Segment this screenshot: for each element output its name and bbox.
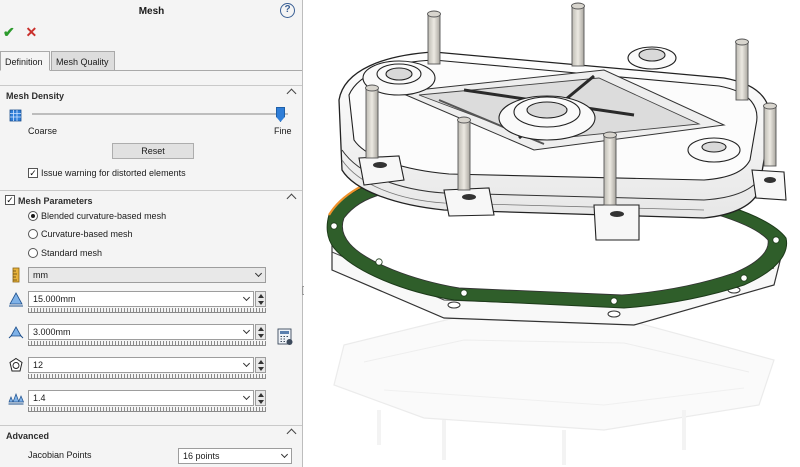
min-element-size-spinner[interactable] xyxy=(255,324,266,340)
ruler-units-icon xyxy=(12,267,20,283)
units-select[interactable]: mm xyxy=(28,267,266,283)
tab-mesh-quality[interactable]: Mesh Quality xyxy=(51,51,115,71)
max-element-size-spinner[interactable] xyxy=(255,291,266,307)
collapse-chevron-icon[interactable] xyxy=(286,193,297,204)
advanced-header[interactable]: Advanced xyxy=(0,425,302,441)
units-value: mm xyxy=(33,270,48,280)
panel-title: Mesh xyxy=(138,6,165,17)
tab-strip: Definition Mesh Quality xyxy=(0,51,302,71)
mesh-density-icon xyxy=(9,109,22,122)
min-elements-in-circle-field[interactable]: 12 xyxy=(28,357,254,373)
tab-definition[interactable]: Definition xyxy=(0,51,50,71)
option-blended-curvature-label: Blended curvature-based mesh xyxy=(41,211,167,221)
max-element-size-value: 15.000mm xyxy=(33,294,76,304)
growth-ratio-value: 1.4 xyxy=(33,393,46,403)
mesh-density-slider-thumb[interactable] xyxy=(276,107,285,122)
chevron-down-icon[interactable] xyxy=(254,269,263,278)
calculator-icon[interactable] xyxy=(276,328,294,346)
radio-standard-mesh[interactable] xyxy=(28,248,38,258)
cancel-x-icon[interactable]: ✕ xyxy=(26,24,46,40)
collapse-chevron-icon[interactable] xyxy=(286,88,297,99)
option-standard-mesh-label: Standard mesh xyxy=(41,248,103,258)
radio-curvature-based[interactable] xyxy=(28,229,38,239)
ok-cancel-group: ✔ ✕ xyxy=(3,24,46,42)
mesh-property-manager: Mesh ? ✔ ✕ Definition Mesh Quality Mesh … xyxy=(0,0,303,467)
max-element-size-thumbwheel[interactable] xyxy=(28,308,266,313)
advanced-title: Advanced xyxy=(6,431,50,441)
max-element-size-icon xyxy=(9,292,23,307)
option-curvature-based-label: Curvature-based mesh xyxy=(41,229,133,239)
min-elements-in-circle-thumbwheel[interactable] xyxy=(28,374,266,379)
max-element-size-field[interactable]: 15.000mm xyxy=(28,291,254,307)
min-element-size-icon xyxy=(8,326,24,339)
jacobian-points-select[interactable]: 16 points xyxy=(178,448,292,464)
element-growth-ratio-icon xyxy=(8,393,24,405)
mesh-parameters-checkbox[interactable]: ✓ xyxy=(5,195,15,205)
chevron-down-icon[interactable] xyxy=(242,359,251,368)
chevron-down-icon[interactable] xyxy=(280,450,289,459)
distorted-warning-checkbox[interactable]: ✓ xyxy=(28,168,38,178)
mesh-parameters-title: Mesh Parameters xyxy=(18,196,93,206)
growth-ratio-spinner[interactable] xyxy=(255,390,266,406)
floor-reflection xyxy=(333,317,775,465)
coarse-label: Coarse xyxy=(28,126,58,136)
mesh-density-slider-track[interactable] xyxy=(32,113,288,115)
fine-label: Fine xyxy=(274,126,292,136)
collapse-chevron-icon[interactable] xyxy=(286,428,297,439)
chevron-down-icon[interactable] xyxy=(242,392,251,401)
reset-button[interactable]: Reset xyxy=(112,143,194,159)
panel-title-bar: Mesh ? xyxy=(0,0,302,22)
min-element-size-value: 3.000mm xyxy=(33,327,71,337)
jacobian-points-label: Jacobian Points xyxy=(28,450,92,460)
gearbox-cover-model xyxy=(326,2,788,465)
ok-check-icon[interactable]: ✔ xyxy=(3,24,23,40)
chevron-down-icon[interactable] xyxy=(242,326,251,335)
distorted-warning-label: Issue warning for distorted elements xyxy=(41,168,186,178)
radio-blended-curvature[interactable] xyxy=(28,211,38,221)
mesh-density-title: Mesh Density xyxy=(6,91,65,101)
jacobian-points-value: 16 points xyxy=(183,451,220,461)
min-element-size-thumbwheel[interactable] xyxy=(28,341,266,346)
mesh-density-header[interactable]: Mesh Density xyxy=(0,85,302,101)
min-elements-in-circle-spinner[interactable] xyxy=(255,357,266,373)
graphics-viewport[interactable] xyxy=(304,0,800,467)
chevron-down-icon[interactable] xyxy=(242,293,251,302)
mesh-parameters-header[interactable]: ✓ Mesh Parameters xyxy=(0,190,302,206)
growth-ratio-thumbwheel[interactable] xyxy=(28,407,266,412)
min-element-size-field[interactable]: 3.000mm xyxy=(28,324,254,340)
growth-ratio-field[interactable]: 1.4 xyxy=(28,390,254,406)
help-icon[interactable]: ? xyxy=(280,3,295,18)
min-elements-in-circle-icon xyxy=(9,357,23,372)
min-elements-in-circle-value: 12 xyxy=(33,360,44,370)
